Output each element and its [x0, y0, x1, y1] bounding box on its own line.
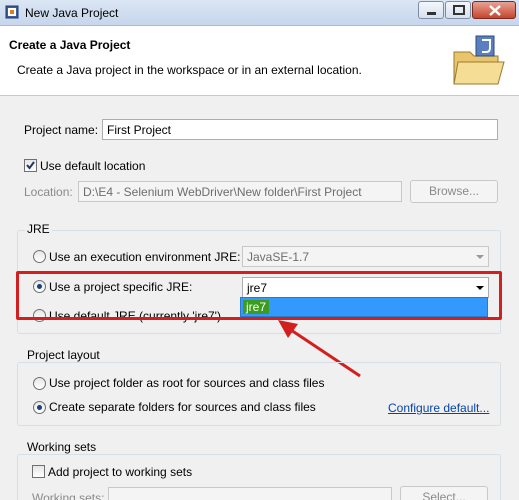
close-icon — [489, 5, 501, 16]
location-label: Location: — [24, 185, 73, 199]
title-bar: New Java Project — [0, 0, 519, 26]
checkmark-icon — [26, 161, 35, 170]
project-layout-group — [17, 362, 501, 426]
chevron-down-icon — [476, 255, 484, 259]
exec-env-label: Use an execution environment JRE: — [49, 250, 241, 264]
jre-group-title: JRE — [25, 222, 52, 236]
location-input[interactable]: D:\E4 - Selenium WebDriver\New folder\Fi… — [78, 181, 402, 202]
select-working-sets-button[interactable]: Select... — [400, 486, 488, 500]
working-sets-label: Working sets: — [32, 491, 105, 500]
page-description: Create a Java project in the workspace o… — [17, 63, 362, 77]
page-title: Create a Java Project — [9, 38, 131, 52]
maximize-button[interactable] — [445, 1, 471, 19]
layout-root-radio[interactable] — [33, 377, 46, 390]
java-app-icon — [5, 5, 19, 19]
maximize-icon — [453, 5, 465, 15]
configure-default-link[interactable]: Configure default... — [388, 401, 489, 415]
add-to-working-sets-label: Add project to working sets — [48, 465, 193, 479]
radio-selected-dot — [37, 405, 42, 410]
use-default-location-label: Use default location — [40, 159, 146, 173]
working-sets-group-title: Working sets — [25, 440, 99, 454]
project-name-label: Project name: — [24, 123, 99, 137]
layout-separate-radio[interactable] — [33, 401, 46, 414]
window-title: New Java Project — [25, 6, 119, 20]
use-default-location-checkbox[interactable] — [24, 159, 37, 172]
minimize-button[interactable] — [418, 1, 444, 19]
project-name-input[interactable]: First Project — [102, 119, 498, 140]
project-layout-group-title: Project layout — [25, 348, 102, 362]
add-to-working-sets-checkbox[interactable] — [32, 465, 45, 478]
exec-env-radio[interactable] — [33, 250, 46, 263]
layout-root-label: Use project folder as root for sources a… — [49, 376, 325, 390]
exec-env-combo[interactable]: JavaSE-1.7 — [242, 246, 489, 267]
browse-button[interactable]: Browse... — [410, 180, 498, 203]
layout-separate-label: Create separate folders for sources and … — [49, 400, 316, 414]
minimize-icon — [427, 12, 436, 15]
close-button[interactable] — [472, 1, 516, 19]
folder-java-icon — [453, 35, 505, 85]
wizard-header: Create a Java Project Create a Java proj… — [0, 26, 519, 96]
exec-env-value: JavaSE-1.7 — [247, 250, 310, 264]
working-sets-combo[interactable] — [108, 487, 392, 500]
highlight-box — [16, 271, 502, 320]
